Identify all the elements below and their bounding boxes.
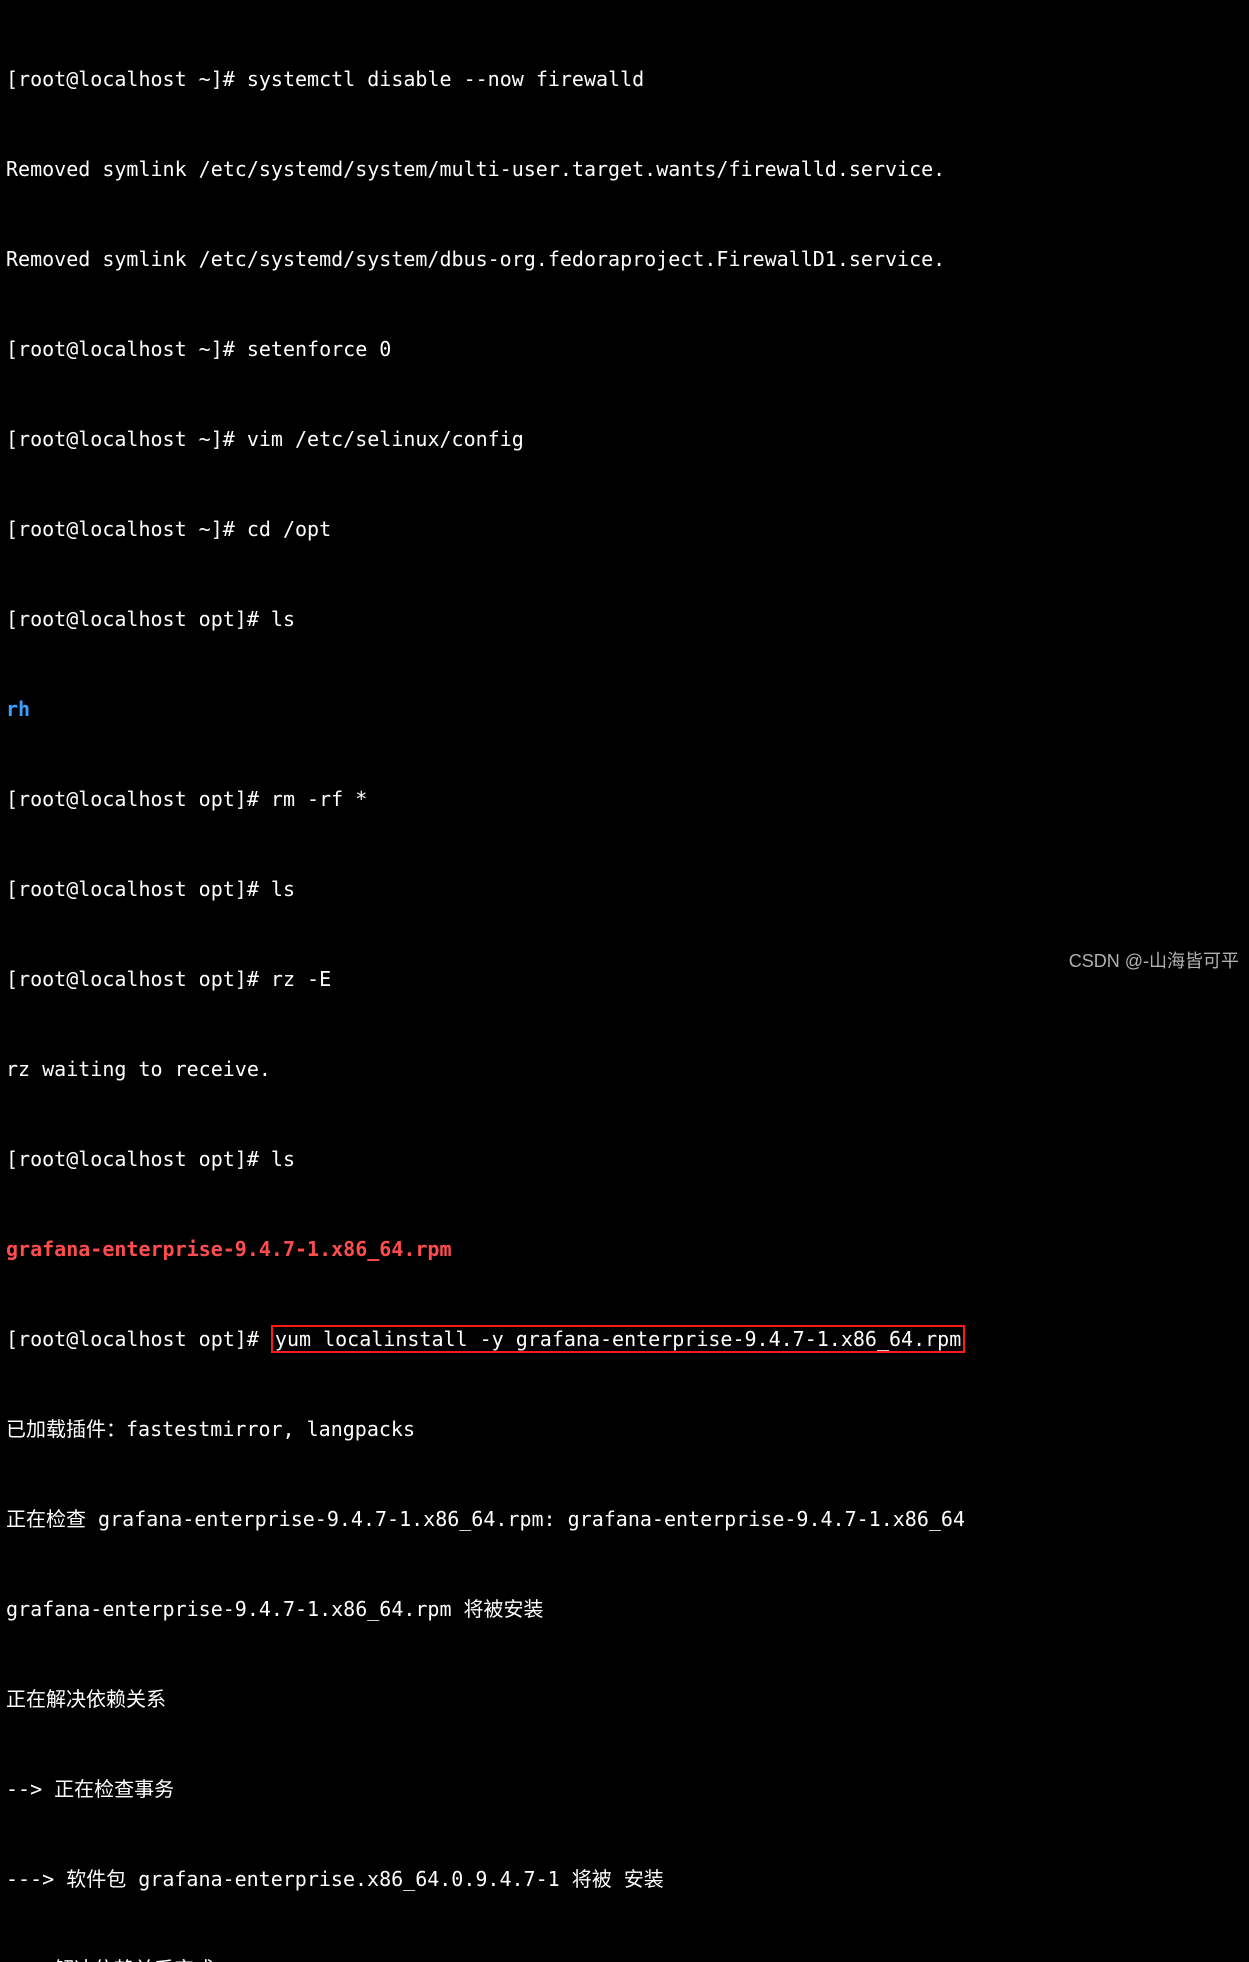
highlighted-cmd: yum localinstall -y grafana-enterprise-9… (271, 1325, 965, 1353)
prompt: [root@localhost opt]# (6, 607, 271, 631)
output: Removed symlink /etc/systemd/system/dbus… (6, 244, 1243, 274)
rpm-file: grafana-enterprise-9.4.7-1.x86_64.rpm (6, 1234, 1243, 1264)
cmd: ls (271, 877, 295, 901)
prompt: [root@localhost ~]# (6, 67, 247, 91)
output: Removed symlink /etc/systemd/system/mult… (6, 154, 1243, 184)
prompt: [root@localhost opt]# (6, 1147, 271, 1171)
output: --> 正在检查事务 (6, 1774, 1243, 1804)
prompt: [root@localhost ~]# (6, 337, 247, 361)
ls-dir: rh (6, 694, 1243, 724)
output: 已加载插件：fastestmirror, langpacks (6, 1414, 1243, 1444)
cmd: ls (271, 1147, 295, 1171)
cmd: ls (271, 607, 295, 631)
prompt: [root@localhost ~]# (6, 517, 247, 541)
prompt: [root@localhost opt]# (6, 877, 271, 901)
cmd: vim /etc/selinux/config (247, 427, 524, 451)
cmd: setenforce 0 (247, 337, 392, 361)
prompt: [root@localhost opt]# (6, 787, 271, 811)
cmd: rm -rf * (271, 787, 367, 811)
output: 正在解决依赖关系 (6, 1684, 1243, 1714)
output: rz waiting to receive. (6, 1054, 1243, 1084)
prompt: [root@localhost opt]# (6, 1327, 271, 1351)
cmd: cd /opt (247, 517, 331, 541)
cmd: rz -E (271, 967, 331, 991)
cmd: systemctl disable --now firewalld (247, 67, 644, 91)
prompt: [root@localhost opt]# (6, 967, 271, 991)
output: 正在检查 grafana-enterprise-9.4.7-1.x86_64.r… (6, 1504, 1243, 1534)
output: ---> 软件包 grafana-enterprise.x86_64.0.9.4… (6, 1864, 1243, 1894)
prompt: [root@localhost ~]# (6, 427, 247, 451)
output: grafana-enterprise-9.4.7-1.x86_64.rpm 将被… (6, 1594, 1243, 1624)
terminal[interactable]: [root@localhost ~]# systemctl disable --… (0, 0, 1249, 1962)
output: --> 解决依赖关系完成 (6, 1954, 1243, 1962)
